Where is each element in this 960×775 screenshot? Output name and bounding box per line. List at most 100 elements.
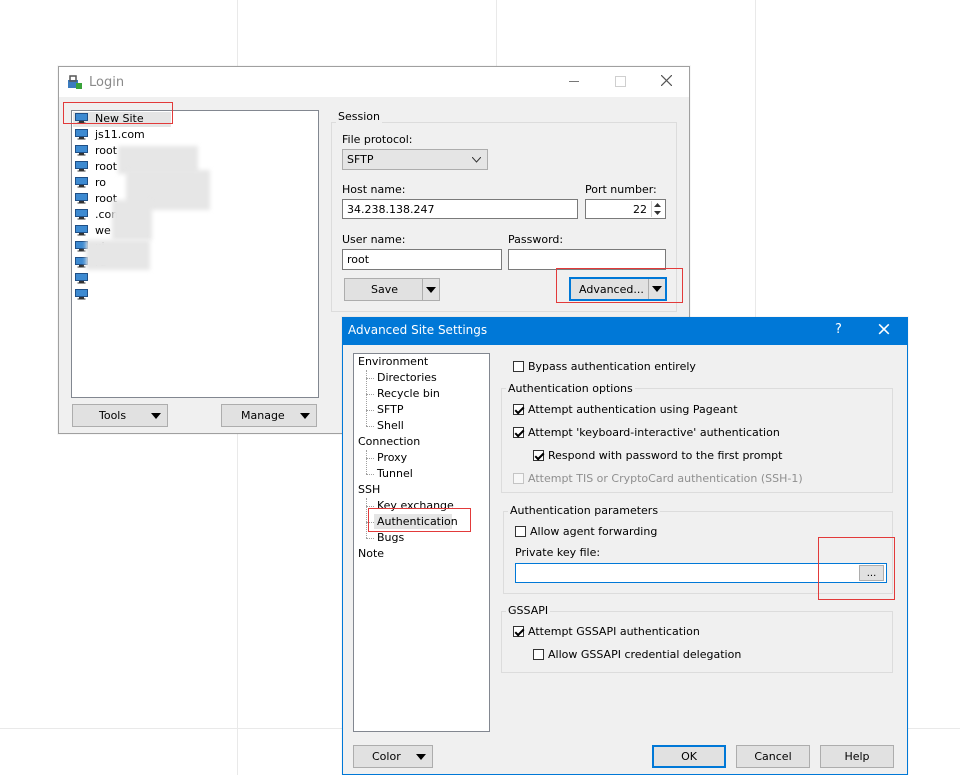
highlight-browse bbox=[818, 537, 895, 600]
login-title: Login bbox=[89, 75, 125, 90]
auth-params-title: Authentication parameters bbox=[508, 504, 661, 517]
host-name-input[interactable]: 34.238.138.247 bbox=[342, 199, 578, 219]
login-title-bar: Login bbox=[59, 67, 689, 97]
spin-down-icon bbox=[654, 211, 661, 215]
save-dropdown-arrow[interactable] bbox=[422, 279, 439, 300]
redaction-blur bbox=[112, 200, 152, 240]
respond-password-checkbox[interactable] bbox=[533, 450, 544, 461]
user-name-label: User name: bbox=[342, 233, 406, 246]
pageant-checkbox[interactable] bbox=[513, 404, 524, 415]
color-button[interactable]: Color bbox=[353, 745, 433, 768]
tree-connector bbox=[366, 474, 374, 475]
agent-forwarding-label: Allow agent forwarding bbox=[530, 525, 658, 538]
tree-item-environment[interactable]: Environment bbox=[358, 355, 428, 368]
computer-icon bbox=[75, 129, 88, 140]
tree-connector bbox=[366, 426, 374, 427]
session-group-title: Session bbox=[336, 110, 382, 123]
maximize-button[interactable] bbox=[615, 76, 626, 87]
triangle-down-icon bbox=[151, 413, 161, 419]
agent-forwarding-checkbox[interactable] bbox=[515, 526, 526, 537]
bypass-checkbox[interactable] bbox=[513, 361, 524, 372]
tree-item-connection[interactable]: Connection bbox=[358, 435, 420, 448]
tree-item-tunnel[interactable]: Tunnel bbox=[377, 467, 413, 480]
port-spinner[interactable] bbox=[651, 201, 664, 217]
gssapi-group bbox=[501, 611, 893, 673]
auth-options-title: Authentication options bbox=[506, 382, 635, 395]
tree-connector bbox=[366, 378, 374, 379]
respond-password-label: Respond with password to the first promp… bbox=[548, 449, 783, 462]
color-button-label: Color bbox=[372, 750, 401, 763]
tis-checkbox[interactable] bbox=[513, 473, 524, 484]
triangle-down-icon bbox=[300, 413, 310, 419]
gssapi-delegation-label: Allow GSSAPI credential delegation bbox=[548, 648, 742, 661]
site-item[interactable]: root bbox=[95, 160, 117, 173]
highlight-advanced bbox=[556, 268, 683, 303]
file-protocol-select[interactable]: SFTP bbox=[342, 149, 488, 170]
pageant-label: Attempt authentication using Pageant bbox=[528, 403, 738, 416]
help-button[interactable]: Help bbox=[820, 745, 894, 768]
computer-icon bbox=[75, 225, 88, 236]
tree-item-proxy[interactable]: Proxy bbox=[377, 451, 407, 464]
private-key-label: Private key file: bbox=[515, 546, 601, 559]
chevron-down-icon bbox=[472, 157, 481, 163]
gssapi-attempt-label: Attempt GSSAPI authentication bbox=[528, 625, 700, 638]
tree-connector bbox=[366, 498, 367, 538]
bypass-label: Bypass authentication entirely bbox=[528, 360, 696, 373]
save-button[interactable]: Save bbox=[344, 278, 440, 301]
tree-item-directories[interactable]: Directories bbox=[377, 371, 437, 384]
computer-icon bbox=[75, 145, 88, 156]
tree-item-sftp[interactable]: SFTP bbox=[377, 403, 403, 416]
keyboard-interactive-checkbox[interactable] bbox=[513, 427, 524, 438]
gssapi-delegation-checkbox[interactable] bbox=[533, 649, 544, 660]
save-button-label: Save bbox=[371, 283, 399, 296]
tree-connector bbox=[366, 538, 374, 539]
site-item[interactable]: root bbox=[95, 144, 117, 157]
tree-item-shell[interactable]: Shell bbox=[377, 419, 404, 432]
manage-button-label: Manage bbox=[241, 409, 285, 422]
keyboard-interactive-label: Attempt 'keyboard-interactive' authentic… bbox=[528, 426, 780, 439]
port-number-label: Port number: bbox=[585, 183, 657, 196]
advanced-title-bar: Advanced Site Settings ? × bbox=[343, 318, 907, 345]
ok-button[interactable]: OK bbox=[652, 745, 726, 768]
tree-connector bbox=[366, 410, 374, 411]
user-name-input[interactable]: root bbox=[342, 249, 502, 270]
file-protocol-label: File protocol: bbox=[342, 133, 413, 146]
gssapi-title: GSSAPI bbox=[506, 604, 551, 617]
password-label: Password: bbox=[508, 233, 564, 246]
tree-item-ssh[interactable]: SSH bbox=[358, 483, 380, 496]
background-gridline bbox=[755, 0, 756, 320]
port-number-input[interactable]: 22 bbox=[585, 199, 666, 219]
tools-button-label: Tools bbox=[99, 409, 127, 422]
tree-connector bbox=[366, 450, 367, 474]
triangle-down-icon bbox=[426, 286, 436, 293]
computer-icon bbox=[75, 273, 88, 284]
cancel-button[interactable]: Cancel bbox=[736, 745, 810, 768]
computer-icon bbox=[75, 177, 88, 188]
site-item[interactable]: we bbox=[95, 224, 111, 237]
highlight-new-site bbox=[63, 102, 173, 124]
computer-icon bbox=[75, 289, 88, 300]
site-item[interactable]: ro bbox=[95, 176, 106, 189]
advanced-title: Advanced Site Settings bbox=[348, 323, 488, 337]
triangle-down-icon bbox=[416, 754, 426, 760]
redaction-blur bbox=[86, 240, 150, 270]
tree-item-recycle-bin[interactable]: Recycle bin bbox=[377, 387, 440, 400]
close-icon[interactable] bbox=[661, 75, 672, 86]
tree-connector bbox=[366, 458, 374, 459]
tree-connector bbox=[366, 506, 374, 507]
help-icon[interactable]: ? bbox=[835, 322, 842, 337]
tree-item-bugs[interactable]: Bugs bbox=[377, 531, 404, 544]
password-input[interactable] bbox=[508, 249, 666, 270]
spin-up-icon bbox=[654, 203, 661, 207]
computer-icon bbox=[75, 193, 88, 204]
tools-button[interactable]: Tools bbox=[72, 404, 168, 427]
manage-button[interactable]: Manage bbox=[221, 404, 317, 427]
gssapi-attempt-checkbox[interactable] bbox=[513, 626, 524, 637]
minimize-button[interactable] bbox=[569, 81, 579, 82]
highlight-authentication bbox=[368, 508, 471, 532]
winscp-app-icon bbox=[68, 75, 82, 89]
site-item[interactable]: js11.com bbox=[95, 128, 145, 141]
tree-item-note[interactable]: Note bbox=[358, 547, 384, 560]
port-number-value: 22 bbox=[633, 202, 647, 216]
close-icon[interactable]: × bbox=[876, 318, 892, 340]
